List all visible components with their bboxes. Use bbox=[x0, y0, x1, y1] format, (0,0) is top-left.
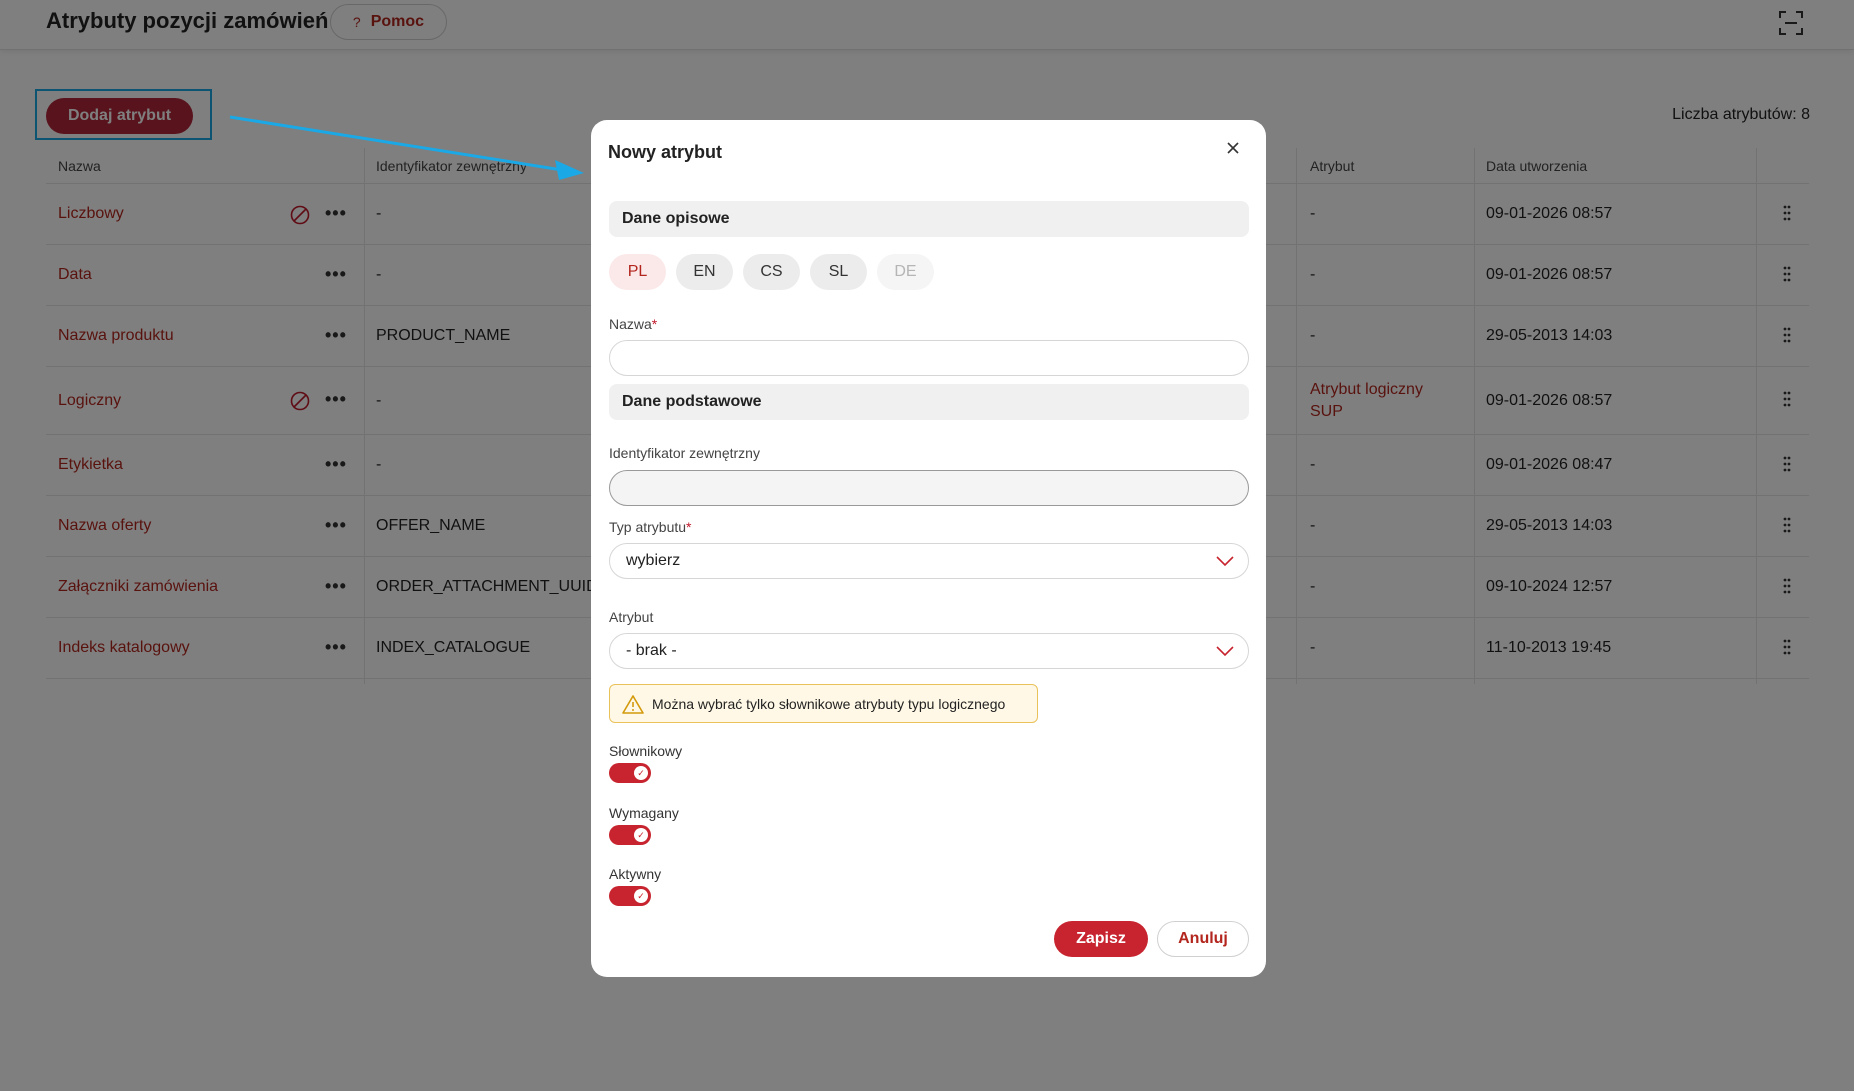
name-label-text: Nazwa bbox=[609, 316, 652, 332]
close-icon[interactable] bbox=[1223, 138, 1243, 158]
language-tabs: PL EN CS SL DE bbox=[609, 254, 934, 290]
chevron-down-icon bbox=[1216, 646, 1234, 657]
type-select[interactable]: wybierz bbox=[609, 543, 1249, 579]
required-mark: * bbox=[651, 316, 658, 332]
tab-lang-cs[interactable]: CS bbox=[743, 254, 800, 290]
warning-text: Można wybrać tylko słownikowe atrybuty t… bbox=[652, 695, 1006, 712]
required-mark: * bbox=[686, 519, 692, 535]
name-input[interactable] bbox=[609, 340, 1249, 376]
tab-lang-de: DE bbox=[877, 254, 934, 290]
active-toggle[interactable]: ✓ bbox=[609, 886, 651, 906]
warning-icon bbox=[622, 695, 644, 714]
tab-lang-pl[interactable]: PL bbox=[609, 254, 666, 290]
external-id-label: Identyfikator zewnętrzny bbox=[609, 445, 760, 461]
section-basic: Dane podstawowe bbox=[609, 384, 1249, 420]
tab-lang-sl[interactable]: SL bbox=[810, 254, 867, 290]
dictionary-toggle[interactable]: ✓ bbox=[609, 763, 651, 783]
active-toggle-label: Aktywny bbox=[609, 866, 662, 882]
new-attribute-dialog: Nowy atrybut Dane opisowe PL EN CS SL DE… bbox=[591, 120, 1266, 977]
check-icon: ✓ bbox=[634, 828, 648, 842]
dialog-title: Nowy atrybut bbox=[608, 142, 723, 162]
dictionary-toggle-label: Słownikowy bbox=[609, 743, 683, 759]
type-select-value: wybierz bbox=[626, 552, 681, 569]
required-toggle[interactable]: ✓ bbox=[609, 825, 651, 845]
attribute-select-value: - brak - bbox=[626, 642, 677, 659]
type-label-text: Typ atrybutu bbox=[609, 519, 687, 535]
required-toggle-label: Wymagany bbox=[609, 805, 679, 821]
cancel-button[interactable]: Anuluj bbox=[1157, 921, 1249, 957]
tab-lang-en[interactable]: EN bbox=[676, 254, 733, 290]
attribute-label: Atrybut bbox=[609, 609, 654, 625]
attribute-select[interactable]: - brak - bbox=[609, 633, 1249, 669]
save-button[interactable]: Zapisz bbox=[1054, 921, 1148, 957]
type-label: Typ atrybutu* bbox=[609, 519, 692, 535]
chevron-down-icon bbox=[1216, 556, 1234, 567]
warning-message: Można wybrać tylko słownikowe atrybuty t… bbox=[609, 684, 1038, 723]
section-descriptive: Dane opisowe bbox=[609, 201, 1249, 237]
name-label: Nazwa* bbox=[609, 316, 657, 332]
check-icon: ✓ bbox=[634, 766, 648, 780]
check-icon: ✓ bbox=[634, 889, 648, 903]
external-id-input[interactable] bbox=[609, 470, 1249, 506]
